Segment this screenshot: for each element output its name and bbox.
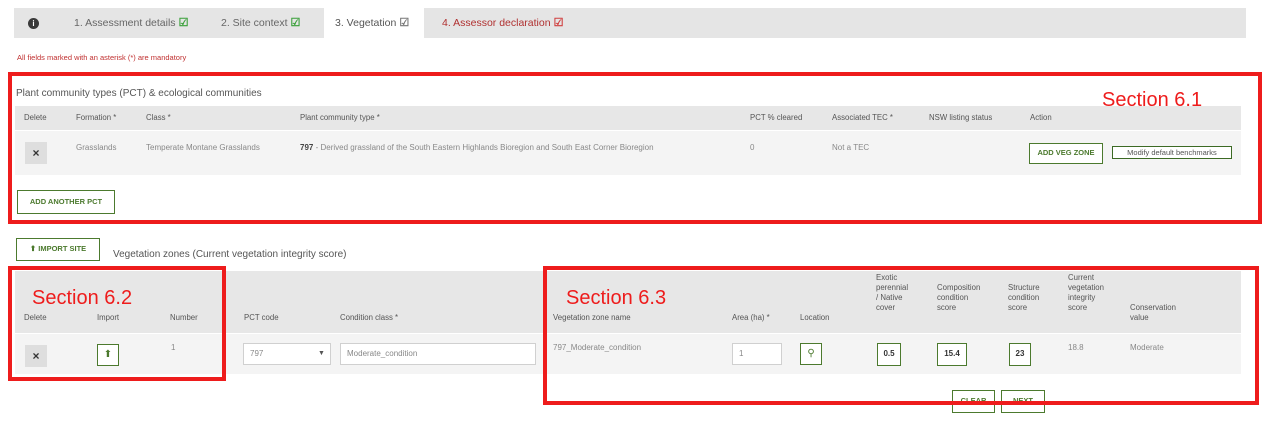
section-6-2-label: Section 6.2 [32, 287, 133, 309]
tab-label: 4. Assessor declaration [442, 17, 551, 29]
col-condition-class: Condition class * [340, 313, 399, 322]
section-6-1-label: Section 6.1 [1102, 89, 1203, 111]
veg-zones-title: Vegetation zones (Current vegetation int… [113, 249, 347, 260]
tab-label: 1. Assessment details [74, 17, 176, 29]
check-icon: ☑ [399, 17, 410, 29]
check-complete-icon: ☑ [290, 17, 301, 29]
section-6-3-label: Section 6.3 [566, 287, 667, 309]
tab-info[interactable]: i [28, 8, 50, 38]
tab-assessor-declaration[interactable]: 4. Assessor declaration ☑ [442, 8, 563, 38]
tab-vegetation[interactable]: 3. Vegetation ☑ [324, 8, 424, 38]
import-site-button[interactable]: ⬆ IMPORT SITE [16, 238, 100, 261]
import-icon: ⬆ [29, 244, 37, 253]
tab-label: 3. Vegetation [335, 17, 397, 29]
pct-code-value: 797 [250, 349, 264, 358]
info-icon: i [28, 18, 39, 29]
tab-assessment-details[interactable]: 1. Assessment details ☑ [74, 8, 188, 38]
tab-bar: i 1. Assessment details ☑ 2. Site context… [14, 8, 1246, 38]
condition-class-input[interactable]: Moderate_condition [340, 343, 536, 365]
tab-site-context[interactable]: 2. Site context ☑ [221, 8, 300, 38]
section-6-1-highlight [8, 72, 1262, 224]
mandatory-note: All fields marked with an asterisk (*) a… [17, 53, 187, 62]
tab-label: 2. Site context [221, 17, 288, 29]
chevron-down-icon: ▼ [318, 350, 325, 357]
section-6-2-highlight [8, 266, 226, 381]
import-site-label: IMPORT SITE [38, 244, 87, 253]
col-pct-code: PCT code [244, 313, 279, 322]
check-complete-icon: ☑ [178, 17, 189, 29]
check-incomplete-icon: ☑ [553, 17, 564, 29]
